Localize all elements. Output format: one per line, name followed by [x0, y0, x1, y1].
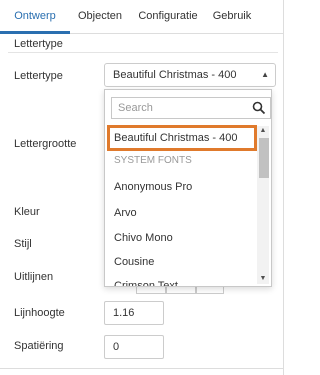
font-option-cousine[interactable]: Cousine	[107, 249, 257, 275]
search-icon	[252, 101, 266, 115]
font-group-system-fonts: SYSTEM FONTS	[114, 155, 192, 166]
properties-panel: Ontwerp Objecten Configuratie Gebruik Le…	[0, 0, 284, 375]
scrollbar-thumb[interactable]	[259, 138, 269, 178]
chevron-up-icon[interactable]: ▲	[257, 126, 269, 136]
lettergrootte-label: Lettergrootte	[14, 138, 77, 150]
font-option-crimson-text[interactable]: Crimson Text	[107, 273, 257, 286]
chevron-down-icon[interactable]: ▼	[257, 274, 269, 284]
kleur-label: Kleur	[14, 206, 40, 218]
section-divider	[8, 52, 278, 53]
font-option-arvo[interactable]: Arvo	[107, 200, 257, 226]
tab-bar: Ontwerp Objecten Configuratie Gebruik	[0, 0, 284, 34]
search-placeholder: Search	[118, 102, 153, 114]
font-select[interactable]: Beautiful Christmas - 400 ▲	[104, 63, 276, 87]
font-select-value: Beautiful Christmas - 400	[113, 69, 237, 81]
stijl-label: Stijl	[14, 238, 32, 250]
dropdown-scrollbar[interactable]: ▲ ▼	[257, 126, 269, 284]
tab-ontwerp[interactable]: Ontwerp	[0, 0, 70, 33]
tab-configuratie[interactable]: Configuratie	[130, 0, 206, 33]
panel-bottom-divider	[0, 368, 284, 369]
section-title: Lettertype	[14, 38, 63, 50]
line-height-input[interactable]: 1.16	[104, 301, 164, 325]
font-search-input[interactable]: Search	[111, 97, 271, 119]
tab-objecten[interactable]: Objecten	[70, 0, 130, 33]
font-option-anonymous-pro[interactable]: Anonymous Pro	[107, 174, 257, 200]
lettertype-label: Lettertype	[14, 70, 63, 82]
letter-spacing-input[interactable]: 0	[104, 335, 164, 359]
spatiering-label: Spatiëring	[14, 340, 64, 352]
font-option-chivo-mono[interactable]: Chivo Mono	[107, 225, 257, 251]
lijnhoogte-label: Lijnhoogte	[14, 307, 65, 319]
sort-caret-icon: ▲	[261, 70, 269, 79]
tab-gebruik[interactable]: Gebruik	[206, 0, 258, 33]
uitlijnen-label: Uitlijnen	[14, 271, 54, 283]
active-tab-indicator	[0, 31, 70, 34]
font-dropdown: Search Beautiful Christmas - 400 SYSTEM …	[104, 89, 272, 287]
